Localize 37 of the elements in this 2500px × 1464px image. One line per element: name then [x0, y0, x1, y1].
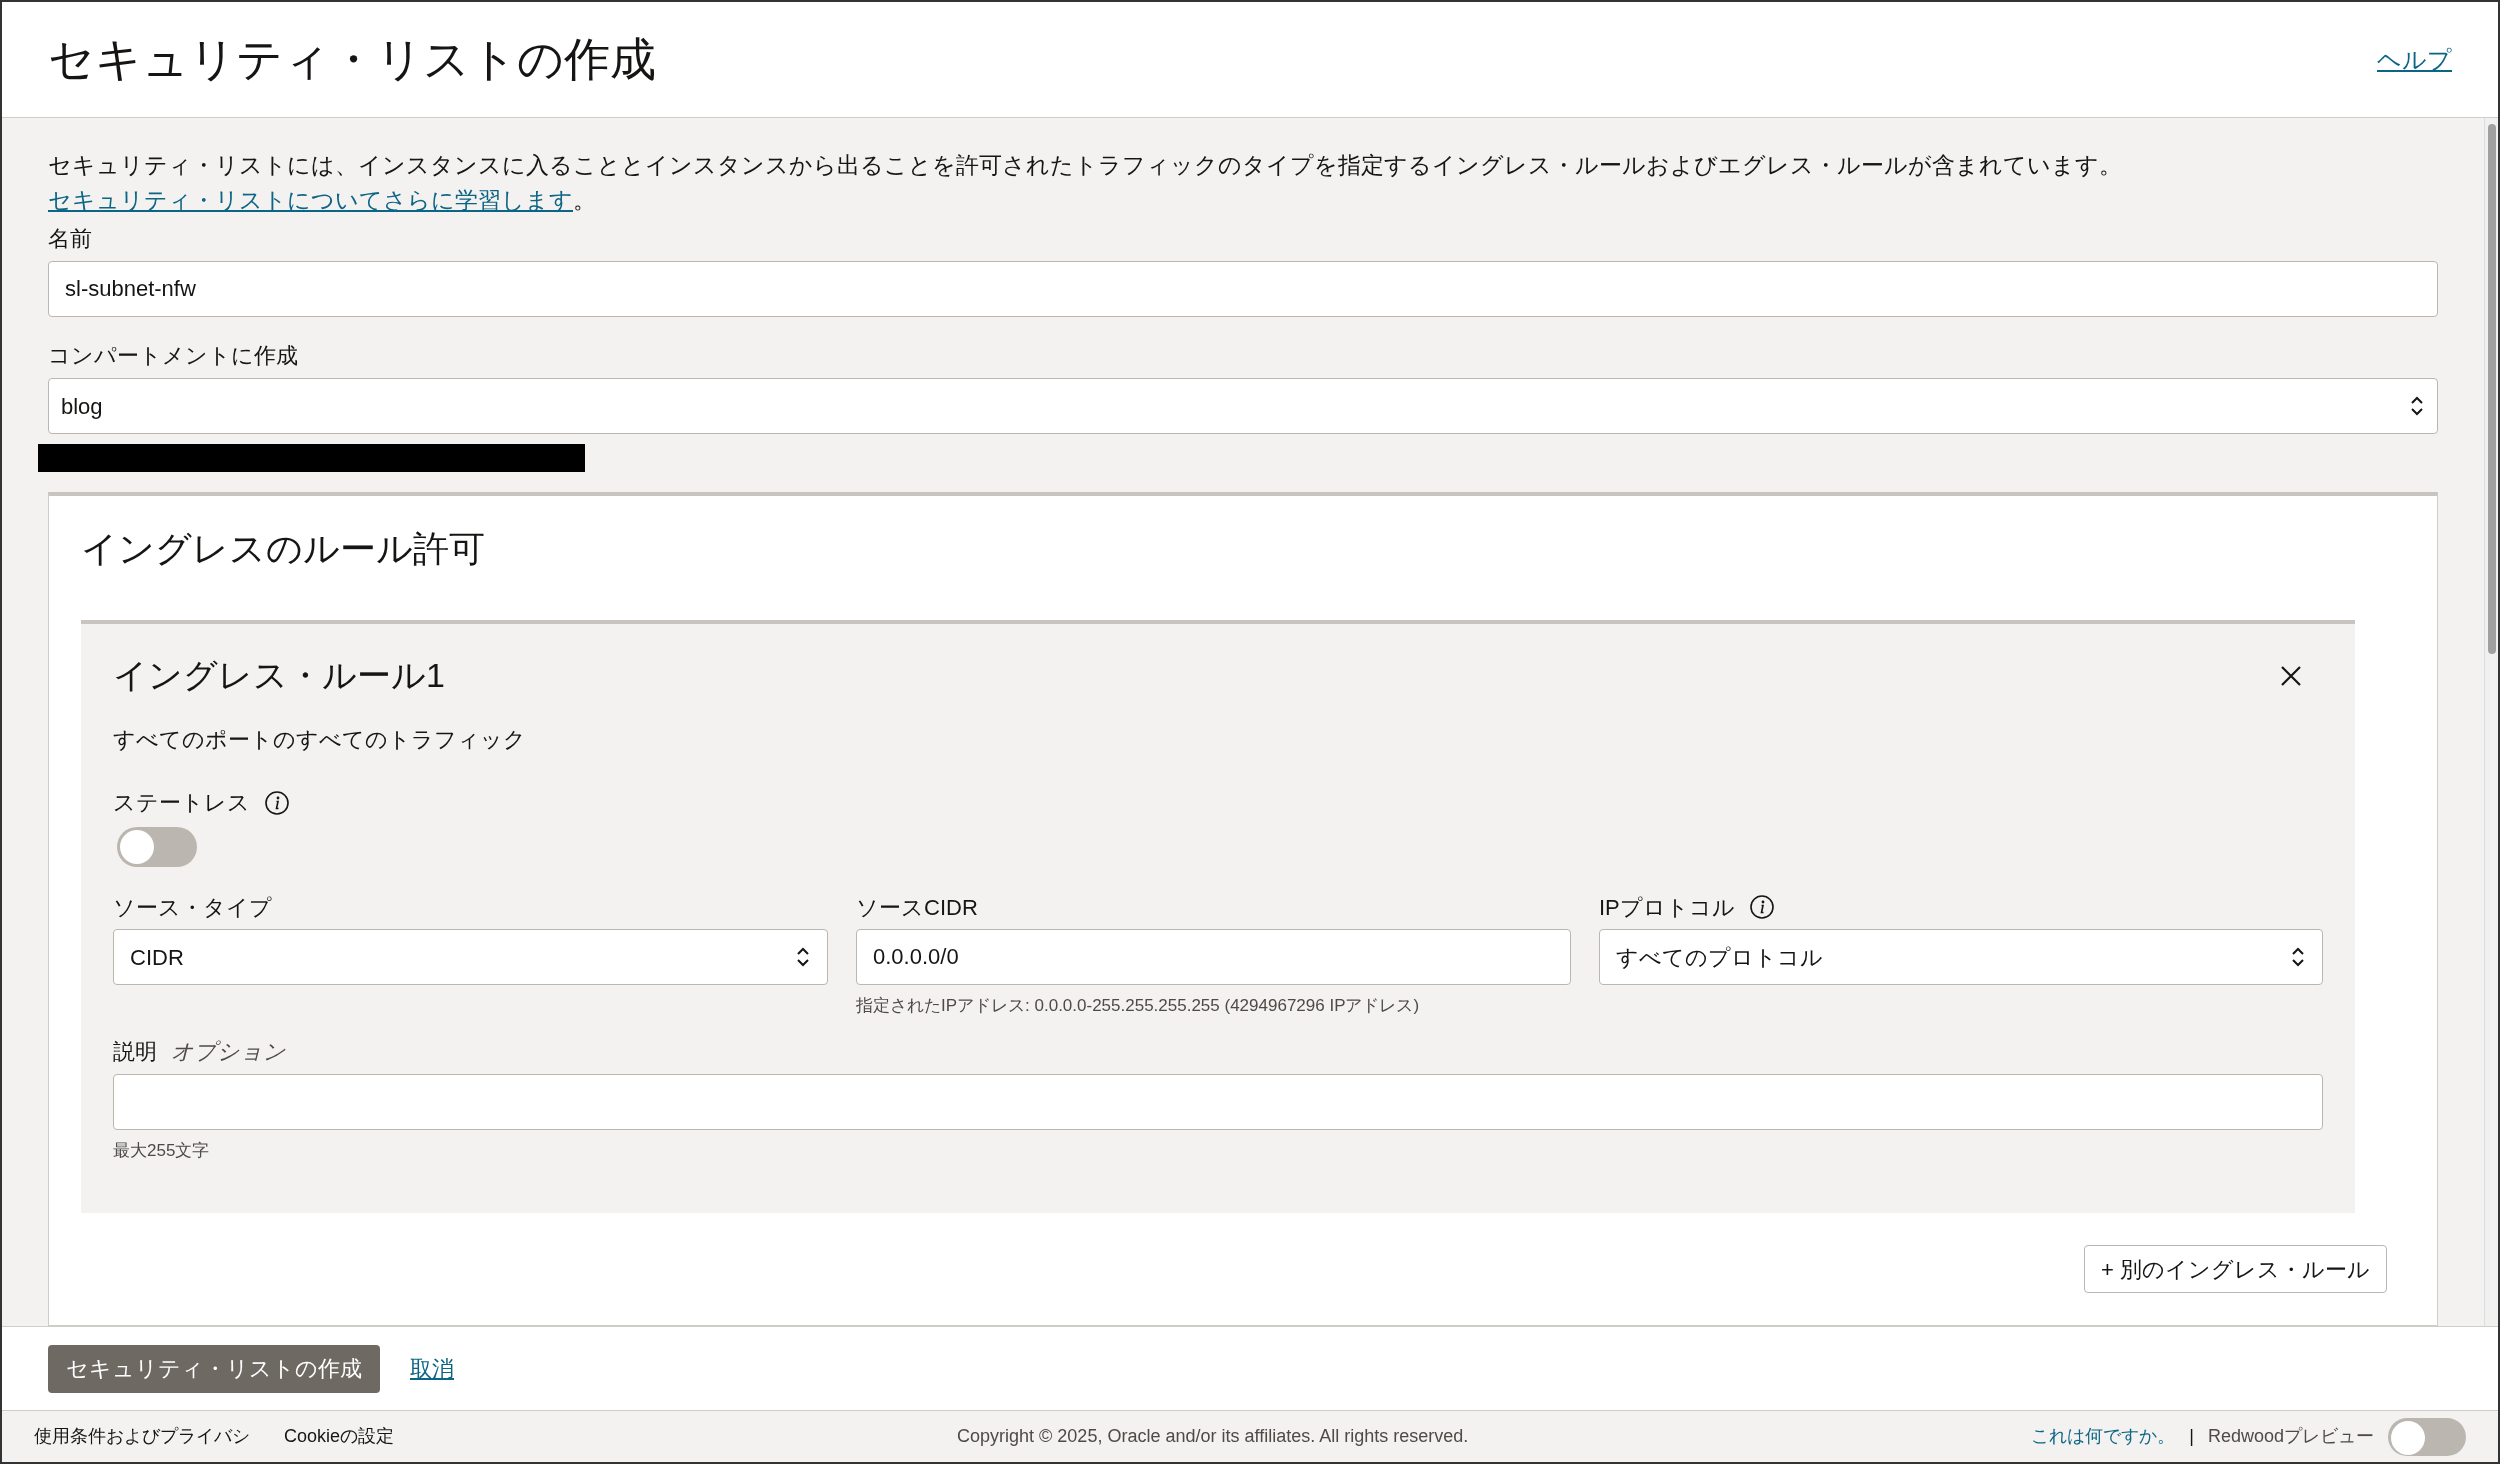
field-label: コンパートメントに作成 [48, 342, 299, 370]
intro-text: セキュリティ・リストには、インスタンスに入ることとインスタンスから出ることを許可されたトラフィックのタイプを指定するイングレス・ルールおよびエグレス・ルールが含まれています。 セキュリティ・リストについてさらに学習します。 [48, 151, 2123, 215]
helper-text: 最大255文字 [113, 1139, 211, 1162]
name-field[interactable]: sl-subnet-nfw [48, 261, 2438, 317]
help-link[interactable]: ヘルプ [2377, 41, 2452, 78]
optional-hint: オプション [171, 1037, 286, 1066]
preview-toggle[interactable] [2388, 1417, 2466, 1456]
info-icon[interactable] [264, 789, 290, 816]
ip-protocol-select[interactable]: すべてのプロトコル [1599, 929, 2323, 985]
section-title: イングレスのルール許可 [81, 527, 486, 571]
cookie-link[interactable]: Cookieの設定 [284, 1423, 395, 1450]
stateless-toggle[interactable] [117, 827, 197, 867]
field-label: ステートレス [113, 789, 250, 817]
separator-text: | [2189, 1425, 2194, 1448]
compartment-select[interactable]: blog [48, 378, 2438, 434]
page-title: セキュリティ・リストの作成 [48, 32, 656, 87]
rule-title: イングレス・ルール1 [113, 655, 445, 696]
learn-more-link[interactable]: セキュリティ・リストについてさらに学習します [48, 187, 573, 213]
field-label: 説明 [113, 1037, 157, 1066]
field-label: IPプロトコル [1599, 893, 1735, 922]
cancel-link[interactable]: 取消 [410, 1352, 454, 1385]
info-icon[interactable] [1748, 894, 1775, 920]
preview-label: Redwoodプレビュー [2207, 1425, 2374, 1448]
scrollbar[interactable] [2484, 118, 2498, 1326]
terms-link[interactable]: 使用条件およびプライバシ [34, 1423, 250, 1450]
copyright-text: Copyright © 2025, Oracle and/or its affiliates. All rights reserved. [956, 1425, 1470, 1448]
create-button[interactable]: セキュリティ・リストの作成 [48, 1344, 380, 1393]
field-label: ソースCIDR [856, 893, 978, 922]
what-is-this-link[interactable]: これは何ですか。 [2031, 1423, 2176, 1450]
field-label: 名前 [48, 225, 93, 253]
source-cidr-field[interactable]: 0.0.0.0/0 [856, 929, 1571, 985]
helper-text: 指定されたIPアドレス: 0.0.0.0-255.255.255.255 (4294967296 IPアドレス) [856, 995, 1421, 1017]
rule-summary: すべてのポートのすべてのトラフィック [113, 726, 527, 754]
source-type-select[interactable]: CIDR [113, 929, 828, 985]
add-rule-button[interactable]: + 別のイングレス・ルール [2084, 1245, 2387, 1293]
field-label: ソース・タイプ [113, 893, 272, 922]
close-icon[interactable] [2279, 663, 2303, 688]
